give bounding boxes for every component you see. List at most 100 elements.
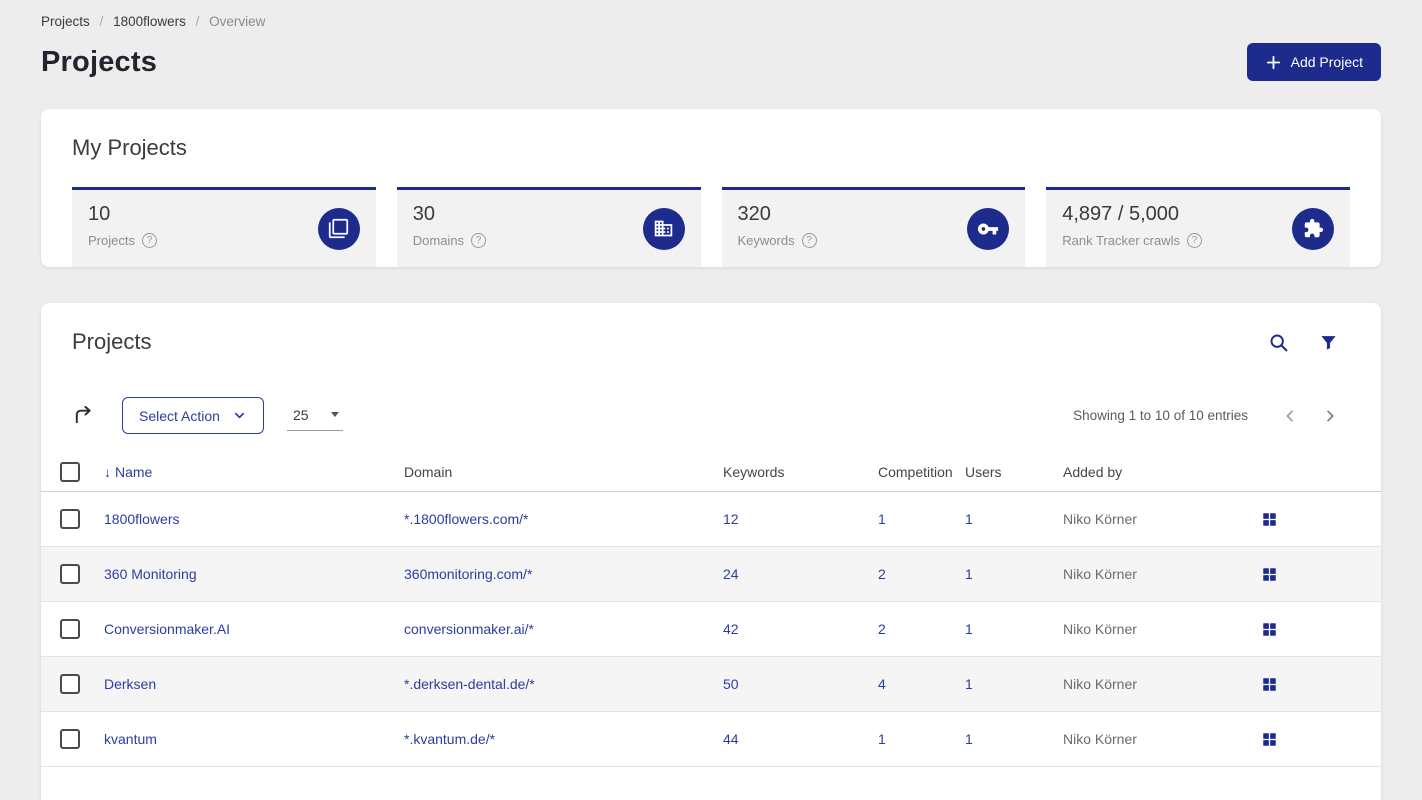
stat-crawls-label: Rank Tracker crawls <box>1062 233 1180 248</box>
table-body: 1800flowers *.1800flowers.com/* 12 1 1 N… <box>41 492 1381 767</box>
stat-crawls: 4,897 / 5,000 Rank Tracker crawls <box>1046 187 1350 267</box>
project-domain-link[interactable]: *.derksen-dental.de/* <box>404 676 535 692</box>
help-icon[interactable] <box>141 233 157 248</box>
keywords-count-link[interactable]: 50 <box>723 676 739 692</box>
stat-keywords-label: Keywords <box>737 233 795 248</box>
table-row: 1800flowers *.1800flowers.com/* 12 1 1 N… <box>41 492 1381 547</box>
pagination <box>1270 402 1350 430</box>
puzzle-icon <box>1292 207 1334 250</box>
project-domain-link[interactable]: *.kvantum.de/* <box>404 731 495 747</box>
competition-count-link[interactable]: 1 <box>878 511 886 527</box>
select-action-label: Select Action <box>139 407 220 424</box>
key-icon <box>967 207 1010 250</box>
row-checkbox[interactable] <box>60 674 80 694</box>
table-row: kvantum *.kvantum.de/* 44 1 1 Niko Körne… <box>41 712 1381 767</box>
column-header-name[interactable]: Name <box>104 464 404 480</box>
apps-grid-icon[interactable] <box>1262 567 1277 582</box>
added-by-text: Niko Körner <box>1063 511 1137 527</box>
breadcrumb-overview: Overview <box>209 14 266 29</box>
added-by-text: Niko Körner <box>1063 621 1137 637</box>
stat-projects: 10 Projects <box>72 187 376 267</box>
keywords-count-link[interactable]: 12 <box>723 511 739 527</box>
project-domain-link[interactable]: *.1800flowers.com/* <box>404 511 529 527</box>
select-action-button[interactable]: Select Action <box>122 397 264 434</box>
filter-icon[interactable] <box>1319 333 1338 352</box>
breadcrumb-1800flowers[interactable]: 1800flowers <box>113 14 186 29</box>
table-header-row: Name Domain Keywords Competition Users A… <box>41 452 1381 492</box>
help-icon[interactable] <box>471 233 487 248</box>
project-name-link[interactable]: kvantum <box>104 731 157 747</box>
page-title: Projects <box>41 45 158 78</box>
project-name-link[interactable]: Derksen <box>104 676 156 692</box>
my-projects-title: My Projects <box>72 135 187 160</box>
breadcrumb-separator: / <box>99 14 104 29</box>
column-header-keywords[interactable]: Keywords <box>723 464 878 480</box>
select-all-checkbox[interactable] <box>60 461 80 482</box>
project-name-link[interactable]: 1800flowers <box>104 511 180 527</box>
users-count-link[interactable]: 1 <box>965 676 973 692</box>
competition-count-link[interactable]: 1 <box>878 731 886 747</box>
chevron-right-icon[interactable] <box>1310 402 1350 430</box>
table-toolbar: Select Action 25 Showing 1 to 10 of 10 e… <box>72 397 1350 434</box>
added-by-text: Niko Körner <box>1063 731 1137 747</box>
breadcrumb-projects[interactable]: Projects <box>41 14 90 29</box>
stat-domains-label: Domains <box>412 233 465 248</box>
copy-icon <box>317 207 360 250</box>
added-by-text: Niko Körner <box>1063 566 1137 582</box>
apps-grid-icon[interactable] <box>1262 677 1277 692</box>
projects-table-title: Projects <box>72 329 152 354</box>
column-header-users[interactable]: Users <box>965 464 1063 480</box>
showing-entries-text: Showing 1 to 10 of 10 entries <box>1073 408 1248 423</box>
users-count-link[interactable]: 1 <box>965 566 973 582</box>
added-by-text: Niko Körner <box>1063 676 1137 692</box>
add-project-label: Add Project <box>1290 54 1363 70</box>
competition-count-link[interactable]: 2 <box>878 566 886 582</box>
chevron-down-icon <box>234 412 244 419</box>
chevron-left-icon[interactable] <box>1270 402 1310 430</box>
breadcrumb: Projects / 1800flowers / Overview <box>41 0 1381 29</box>
project-name-link[interactable]: 360 Monitoring <box>104 566 197 582</box>
table-row: Derksen *.derksen-dental.de/* 50 4 1 Nik… <box>41 657 1381 712</box>
help-icon[interactable] <box>801 233 817 248</box>
sort-desc-icon <box>104 464 111 480</box>
column-header-added-by[interactable]: Added by <box>1063 464 1262 480</box>
apps-grid-icon[interactable] <box>1262 512 1277 527</box>
my-projects-card: My Projects 10 Projects 30 Domains <box>41 109 1381 267</box>
table-row: 360 Monitoring 360monitoring.com/* 24 2 … <box>41 547 1381 602</box>
stats-row: 10 Projects 30 Domains <box>72 187 1350 267</box>
projects-data-table: Name Domain Keywords Competition Users A… <box>41 452 1381 767</box>
project-domain-link[interactable]: conversionmaker.ai/* <box>404 621 534 637</box>
caret-down-icon <box>330 412 339 417</box>
competition-count-link[interactable]: 4 <box>878 676 886 692</box>
column-header-domain[interactable]: Domain <box>404 464 723 480</box>
help-icon[interactable] <box>1187 233 1202 248</box>
column-header-competition[interactable]: Competition <box>878 464 965 480</box>
project-name-link[interactable]: Conversionmaker.AI <box>104 621 230 637</box>
row-checkbox[interactable] <box>60 564 80 584</box>
apps-grid-icon[interactable] <box>1262 622 1277 637</box>
export-icon[interactable] <box>72 404 95 427</box>
projects-card: Projects Select Action 25 Showing 1 to 1… <box>41 303 1381 800</box>
plus-icon <box>1265 54 1282 71</box>
keywords-count-link[interactable]: 42 <box>723 621 739 637</box>
keywords-count-link[interactable]: 44 <box>723 731 739 747</box>
competition-count-link[interactable]: 2 <box>878 621 886 637</box>
page-size-value: 25 <box>292 406 309 423</box>
page-size-select[interactable]: 25 <box>286 401 343 431</box>
users-count-link[interactable]: 1 <box>965 731 973 747</box>
row-checkbox[interactable] <box>60 509 80 529</box>
stat-domains: 30 Domains <box>396 187 701 267</box>
search-icon[interactable] <box>1268 332 1289 353</box>
users-count-link[interactable]: 1 <box>965 621 973 637</box>
keywords-count-link[interactable]: 24 <box>723 566 739 582</box>
project-domain-link[interactable]: 360monitoring.com/* <box>404 566 532 582</box>
row-checkbox[interactable] <box>60 729 80 749</box>
add-project-button[interactable]: Add Project <box>1246 43 1381 81</box>
page: Projects / 1800flowers / Overview Projec… <box>0 0 1422 800</box>
table-row: Conversionmaker.AI conversionmaker.ai/* … <box>41 602 1381 657</box>
breadcrumb-separator: / <box>195 14 200 29</box>
row-checkbox[interactable] <box>60 619 80 639</box>
users-count-link[interactable]: 1 <box>965 511 973 527</box>
apps-grid-icon[interactable] <box>1262 732 1277 747</box>
stat-keywords: 320 Keywords <box>721 187 1026 267</box>
